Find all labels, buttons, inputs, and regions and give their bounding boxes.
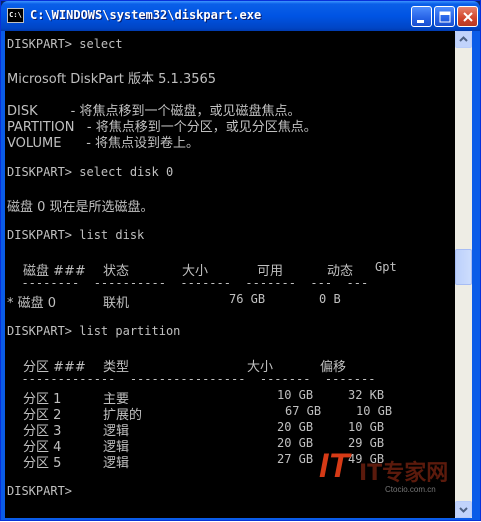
size-cell: 10 GB (277, 388, 314, 402)
size-cell: 76 GB (229, 292, 266, 306)
close-button[interactable] (457, 6, 478, 27)
console-line: DISKPART> list partition (7, 324, 181, 338)
maximize-icon (439, 11, 451, 23)
window-frame-right (472, 31, 480, 520)
disk-table-header: 磁盘 ### 状态 大小 可用 动态 Gpt (7, 260, 447, 279)
size-cell: 20 GB (277, 436, 314, 450)
console-line: PARTITION - 将焦点移到一个分区，或见分区焦点。 (7, 120, 317, 135)
disk-table-separator: -------- ---------- ------- ------- --- … (7, 276, 369, 290)
table-row: 分区 2 扩展的 67 GB 10 GB (7, 404, 447, 423)
size-cell: 27 GB (277, 452, 314, 466)
scroll-up-button[interactable] (455, 31, 472, 48)
title-bar[interactable]: C:\ C:\WINDOWS\system32\diskpart.exe (1, 1, 480, 31)
console-line: DISK - 将焦点移到一个磁盘，或见磁盘焦点。 (7, 104, 301, 119)
free-cell: 0 B (319, 292, 341, 306)
minimize-icon (417, 20, 424, 23)
offset-cell: 10 GB (356, 404, 393, 418)
watermark-text: IT专家网 (359, 461, 449, 486)
table-row: 分区 3 逻辑 20 GB 10 GB (7, 420, 447, 439)
scroll-thumb[interactable] (455, 249, 472, 285)
scroll-up-icon (459, 36, 468, 42)
partition-table-separator: ------------- ---------------- ------- -… (7, 372, 376, 386)
offset-cell: 10 GB (348, 420, 385, 434)
console-line: VOLUME - 将焦点设到卷上。 (7, 136, 200, 151)
table-row: 分区 1 主要 10 GB 32 KB (7, 388, 447, 407)
console-line: DISKPART> select disk 0 (7, 165, 174, 179)
command-prompt[interactable]: DISKPART> (7, 484, 72, 500)
close-icon (463, 12, 473, 22)
watermark-url: Ctocio.com.cn (385, 485, 436, 494)
console-line: DISKPART> list disk (7, 228, 145, 242)
maximize-button[interactable] (434, 6, 455, 27)
disk-cell: * 磁盘 0 (7, 296, 57, 311)
console-line: DISKPART> select (7, 37, 123, 51)
size-cell: 20 GB (277, 420, 314, 434)
console-line: Microsoft DiskPart 版本 5.1.3565 (7, 72, 217, 87)
console-line: 磁盘 0 现在是所选磁盘。 (7, 200, 154, 215)
partition-cell: 分区 5 (23, 456, 62, 471)
column-header: Gpt (375, 260, 397, 274)
partition-table-header: 分区 ### 类型 大小 偏移 (7, 356, 447, 375)
window-frame-bottom (1, 518, 480, 520)
status-cell: 联机 (103, 296, 130, 311)
minimize-button[interactable] (411, 6, 432, 27)
console-window: C:\ C:\WINDOWS\system32\diskpart.exe DIS… (0, 0, 481, 521)
offset-cell: 32 KB (348, 388, 385, 402)
table-row: * 磁盘 0 联机 76 GB 0 B (7, 292, 447, 311)
size-cell: 67 GB (285, 404, 322, 418)
watermark-logo: IT IT专家网 Ctocio.com.cn (319, 441, 459, 511)
type-cell: 逻辑 (103, 456, 130, 471)
window-title: C:\WINDOWS\system32\diskpart.exe (30, 8, 262, 22)
console-app-icon[interactable]: C:\ (7, 8, 24, 23)
watermark-it: IT (319, 447, 350, 485)
